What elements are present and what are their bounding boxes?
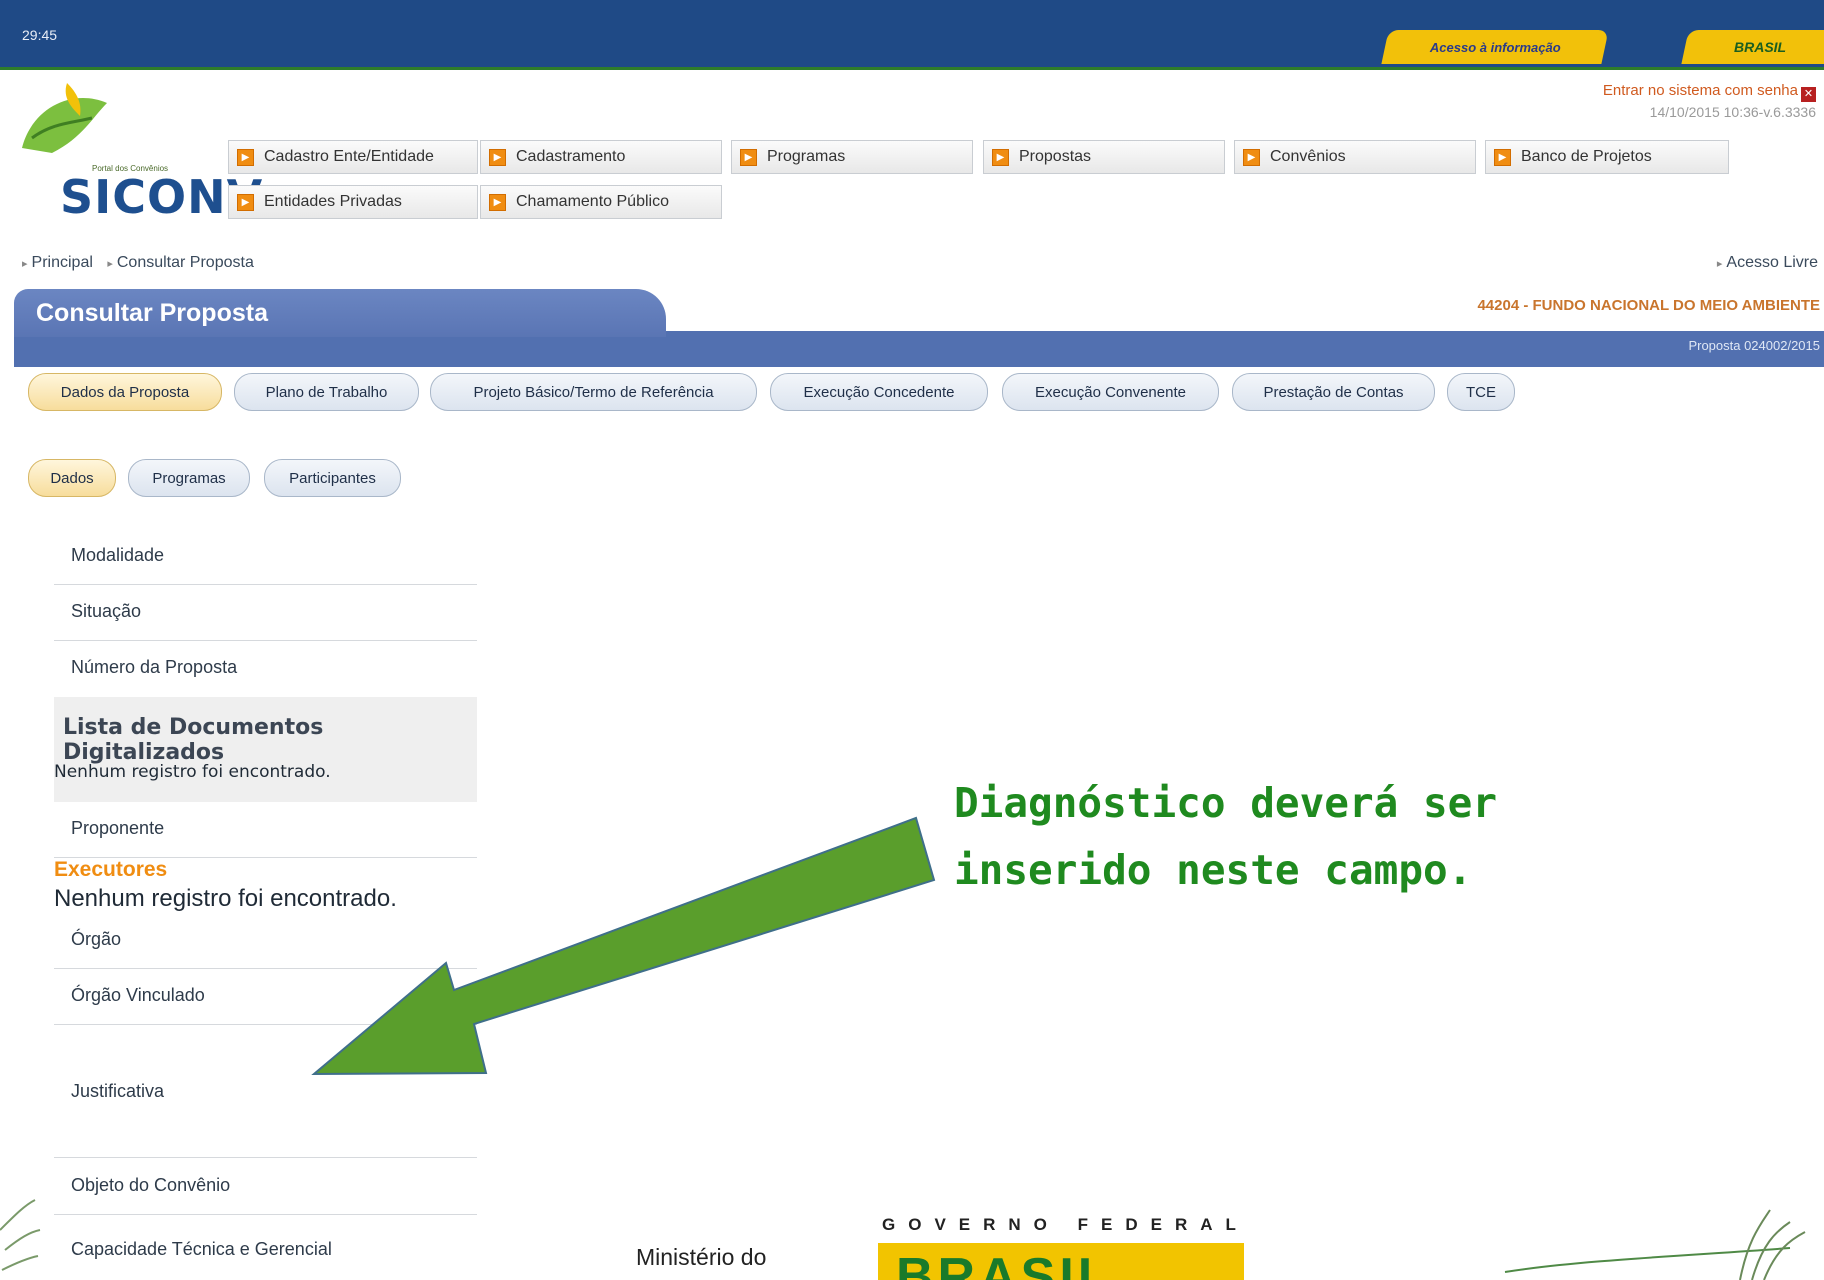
brasil-logo-text: BRASIL (896, 1248, 1114, 1280)
governo-federal-text: GOVERNO FEDERAL (882, 1215, 1249, 1234)
brasil-logo: BRASIL (878, 1243, 1244, 1280)
decorative-plant-icon (0, 1199, 1806, 1280)
ministerio-logo-text: Ministério do (636, 1244, 767, 1270)
